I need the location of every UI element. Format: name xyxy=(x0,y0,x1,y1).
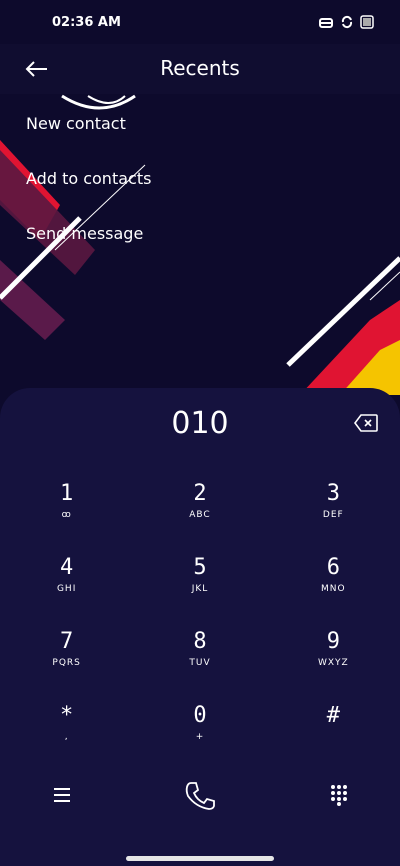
key-hash[interactable]: # xyxy=(267,702,400,776)
key-digit: 7 xyxy=(60,629,74,654)
key-0[interactable]: 0 + xyxy=(133,702,266,776)
key-letters: JKL xyxy=(191,584,209,594)
key-digit: # xyxy=(326,703,340,728)
key-letters: MNO xyxy=(321,584,346,594)
key-6[interactable]: 6 MNO xyxy=(267,554,400,628)
key-digit: 3 xyxy=(326,481,340,506)
dialpad-panel: 010 1 ꝏ 2 ABC 3 DEF 4 GHI 5 JKL 6 MNO 7 … xyxy=(0,388,400,866)
dialed-number: 010 xyxy=(171,406,229,441)
key-digit: 9 xyxy=(326,629,340,654)
battery-icon xyxy=(360,15,374,29)
key-letters: , xyxy=(64,732,69,742)
key-digit: 5 xyxy=(193,555,207,580)
menu-item-new-contact[interactable]: New contact xyxy=(26,96,151,151)
key-5[interactable]: 5 JKL xyxy=(133,554,266,628)
status-icons xyxy=(318,15,374,29)
dialpad-icon[interactable] xyxy=(330,784,348,806)
key-1[interactable]: 1 ꝏ xyxy=(0,480,133,554)
app-header: Recents xyxy=(0,44,400,94)
status-time: 02:36 AM xyxy=(52,14,121,30)
key-3[interactable]: 3 DEF xyxy=(267,480,400,554)
key-letters: ABC xyxy=(189,510,211,520)
key-4[interactable]: 4 GHI xyxy=(0,554,133,628)
key-star[interactable]: * , xyxy=(0,702,133,776)
key-digit: 4 xyxy=(60,555,74,580)
voicemail-icon: ꝏ xyxy=(61,510,72,520)
key-digit: 0 xyxy=(193,703,207,728)
key-letters: WXYZ xyxy=(317,658,349,668)
key-digit: 8 xyxy=(193,629,207,654)
key-digit: 2 xyxy=(193,481,207,506)
key-9[interactable]: 9 WXYZ xyxy=(267,628,400,702)
status-bar: 02:36 AM xyxy=(0,0,400,44)
key-letters: + xyxy=(195,732,205,742)
sync-icon xyxy=(341,15,353,29)
backspace-icon[interactable] xyxy=(354,414,378,432)
key-2[interactable]: 2 ABC xyxy=(133,480,266,554)
key-digit: * xyxy=(60,703,74,728)
key-letters: TUV xyxy=(189,658,211,668)
page-title: Recents xyxy=(160,56,240,80)
key-letters: PQRS xyxy=(52,658,81,668)
key-digit: 1 xyxy=(60,481,74,506)
menu-item-add-to-contacts[interactable]: Add to contacts xyxy=(26,151,151,206)
key-7[interactable]: 7 PQRS xyxy=(0,628,133,702)
options-menu: New contact Add to contacts Send message xyxy=(26,96,151,261)
key-letters: GHI xyxy=(56,584,77,594)
keypad: 1 ꝏ 2 ABC 3 DEF 4 GHI 5 JKL 6 MNO 7 PQRS… xyxy=(0,480,400,776)
key-8[interactable]: 8 TUV xyxy=(133,628,266,702)
key-digit: 6 xyxy=(326,555,340,580)
menu-item-send-message[interactable]: Send message xyxy=(26,206,151,261)
home-indicator[interactable] xyxy=(126,856,274,861)
call-icon[interactable] xyxy=(183,780,217,812)
menu-icon[interactable] xyxy=(52,786,72,804)
key-letters: DEF xyxy=(322,510,344,520)
android-debug-icon xyxy=(319,18,333,28)
